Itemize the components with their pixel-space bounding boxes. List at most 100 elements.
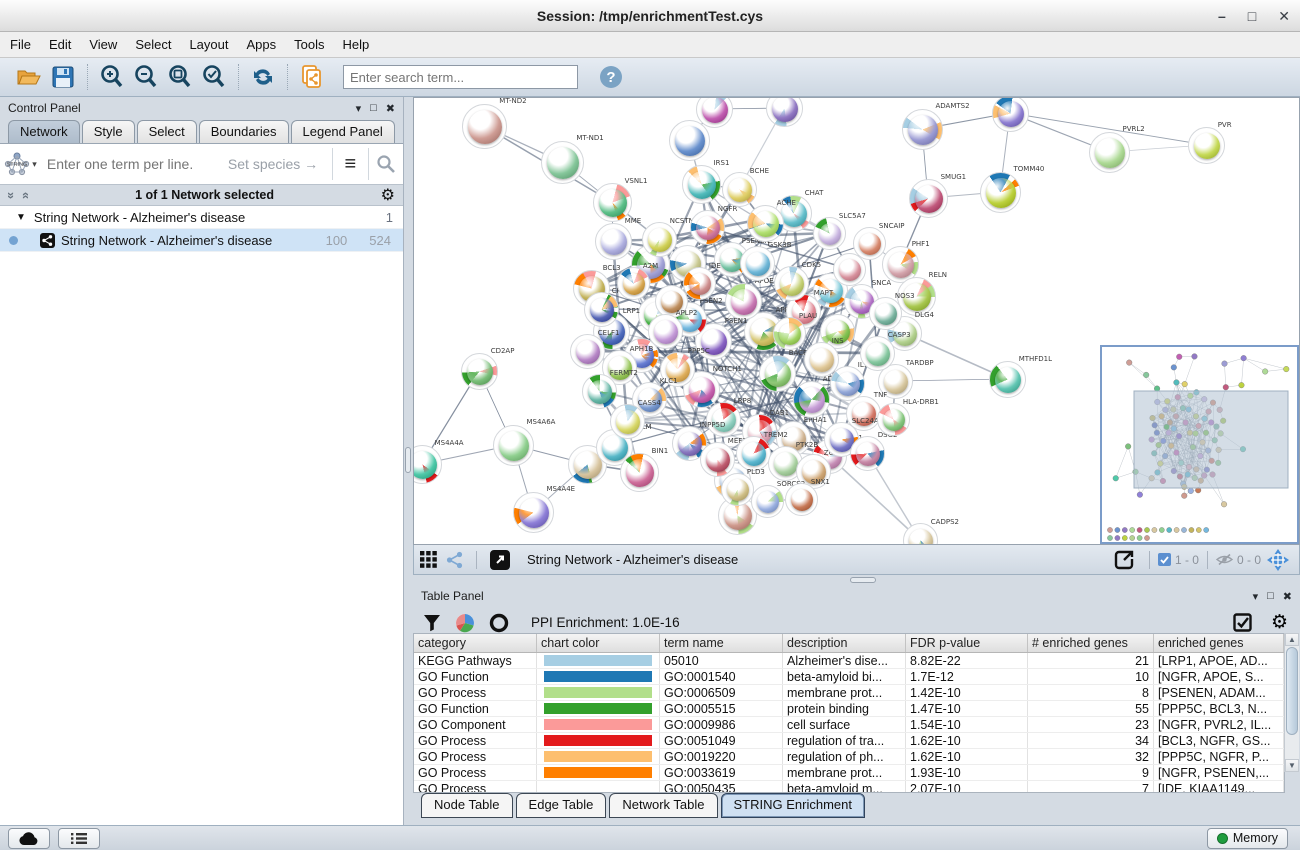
select-columns-icon[interactable] xyxy=(1233,613,1253,633)
zoom-in-icon[interactable] xyxy=(95,62,129,92)
horizontal-divider[interactable] xyxy=(413,575,1300,585)
zoom-out-icon[interactable] xyxy=(129,62,163,92)
network-node[interactable] xyxy=(1188,127,1225,164)
network-node[interactable] xyxy=(877,403,910,436)
network-node[interactable] xyxy=(682,165,721,204)
network-node[interactable] xyxy=(721,473,754,506)
network-node[interactable] xyxy=(759,355,796,392)
tab-string-enrichment[interactable]: STRING Enrichment xyxy=(721,793,865,818)
network-node[interactable] xyxy=(620,453,659,492)
share-view-icon[interactable] xyxy=(442,545,468,575)
panel-splitter[interactable] xyxy=(404,97,413,825)
network-node[interactable] xyxy=(725,283,762,320)
network-node[interactable] xyxy=(989,361,1026,398)
table-row[interactable]: GO FunctionGO:0005515protein binding1.47… xyxy=(414,701,1284,717)
network-node[interactable] xyxy=(860,336,895,371)
table-row[interactable]: GO ProcessGO:0006509membrane prot...1.42… xyxy=(414,685,1284,701)
expand-all-icon[interactable]: » xyxy=(17,191,32,198)
menu-view[interactable]: View xyxy=(89,37,117,52)
network-node[interactable] xyxy=(593,183,632,222)
table-panel-close-icon[interactable]: ✖ xyxy=(1283,590,1292,603)
network-node[interactable] xyxy=(751,485,784,518)
menu-file[interactable]: File xyxy=(10,37,31,52)
ring-chart-icon[interactable] xyxy=(489,613,509,633)
table-row[interactable]: GO ProcessGO:0019220regulation of ph...1… xyxy=(414,749,1284,765)
task-history-button[interactable] xyxy=(58,828,100,849)
panel-collapse-icon[interactable]: ▾ xyxy=(356,102,362,115)
network-node[interactable] xyxy=(584,292,619,327)
table-panel-float-icon[interactable]: □ xyxy=(1267,590,1274,602)
menu-layout[interactable]: Layout xyxy=(189,37,228,52)
help-icon[interactable]: ? xyxy=(594,62,628,92)
table-row[interactable]: GO ProcessGO:0051049regulation of tra...… xyxy=(414,733,1284,749)
tree-expand-icon[interactable]: ▼ xyxy=(16,212,26,223)
column-header[interactable]: enriched genes xyxy=(1154,634,1284,652)
string-search-icon[interactable] xyxy=(368,148,403,180)
navigator-compass-icon[interactable] xyxy=(1261,545,1295,575)
network-node[interactable] xyxy=(793,381,830,418)
network-node[interactable] xyxy=(813,217,846,250)
table-row[interactable]: GO FunctionGO:0001540beta-amyloid bi...1… xyxy=(414,669,1284,685)
network-node[interactable] xyxy=(736,436,771,471)
network-node[interactable] xyxy=(706,402,741,437)
network-node[interactable] xyxy=(669,120,710,161)
table-row[interactable]: GO ProcessGO:0050435beta-amyloid m...2.0… xyxy=(414,781,1284,792)
menu-help[interactable]: Help xyxy=(343,37,370,52)
network-options-gear-icon[interactable]: ⚙ xyxy=(381,185,395,205)
network-node[interactable] xyxy=(462,104,507,149)
maximize-button[interactable]: □ xyxy=(1248,9,1256,23)
tab-node-table[interactable]: Node Table xyxy=(421,793,513,818)
network-row-selected[interactable]: String Network - Alzheimer's disease 100… xyxy=(0,229,403,252)
birdseye-view[interactable] xyxy=(1100,345,1299,544)
network-node[interactable] xyxy=(773,317,806,350)
network-node[interactable] xyxy=(722,172,757,207)
divider-handle[interactable] xyxy=(850,577,876,583)
table-scrollbar[interactable]: ▲ ▼ xyxy=(1284,633,1299,772)
network-node[interactable] xyxy=(493,425,534,466)
splitter-handle[interactable] xyxy=(405,447,411,473)
network-node[interactable] xyxy=(980,172,1021,213)
network-node[interactable] xyxy=(570,334,605,369)
panel-float-icon[interactable]: □ xyxy=(370,102,377,114)
menu-edit[interactable]: Edit xyxy=(49,37,71,52)
network-from-file-icon[interactable] xyxy=(295,62,329,92)
network-collection-row[interactable]: ▼ String Network - Alzheimer's disease 1 xyxy=(0,206,403,229)
zoom-fit-icon[interactable] xyxy=(163,62,197,92)
network-node[interactable] xyxy=(869,297,902,330)
string-query-input[interactable] xyxy=(41,156,228,172)
network-node[interactable] xyxy=(541,141,584,184)
network-node[interactable] xyxy=(747,205,784,242)
table-row[interactable]: KEGG Pathways05010Alzheimer's dise...8.8… xyxy=(414,653,1284,669)
table-settings-gear-icon[interactable]: ⚙ xyxy=(1271,611,1288,634)
automation-cloud-button[interactable] xyxy=(8,828,50,849)
network-node[interactable] xyxy=(690,210,725,245)
panel-close-icon[interactable]: ✖ xyxy=(386,102,395,115)
column-header[interactable]: category xyxy=(414,634,537,652)
network-node[interactable] xyxy=(992,97,1029,132)
grid-view-icon[interactable] xyxy=(414,545,442,575)
minimize-button[interactable]: – xyxy=(1218,9,1226,23)
pie-chart-icon[interactable] xyxy=(455,613,475,633)
network-node[interactable] xyxy=(513,492,554,533)
table-row[interactable]: GO ProcessGO:0033619membrane prot...1.93… xyxy=(414,765,1284,781)
network-node[interactable] xyxy=(740,246,775,281)
table-row[interactable]: GO ComponentGO:0009986cell surface1.54E-… xyxy=(414,717,1284,733)
column-header[interactable]: # enriched genes xyxy=(1028,634,1154,652)
tab-boundaries[interactable]: Boundaries xyxy=(199,120,289,143)
network-node[interactable] xyxy=(595,223,632,260)
network-node[interactable] xyxy=(648,314,683,349)
menu-select[interactable]: Select xyxy=(135,37,171,52)
tab-select[interactable]: Select xyxy=(137,120,197,143)
network-node[interactable] xyxy=(683,267,716,300)
column-header[interactable]: term name xyxy=(660,634,783,652)
network-node[interactable] xyxy=(902,109,943,150)
save-session-button[interactable] xyxy=(46,62,80,92)
filter-icon[interactable] xyxy=(423,614,441,632)
network-node[interactable] xyxy=(774,266,809,301)
network-node[interactable] xyxy=(909,179,948,218)
network-node[interactable] xyxy=(766,97,803,127)
memory-button[interactable]: Memory xyxy=(1207,828,1288,849)
network-node[interactable] xyxy=(700,442,735,477)
column-header[interactable]: FDR p-value xyxy=(906,634,1028,652)
menu-apps[interactable]: Apps xyxy=(247,37,277,52)
